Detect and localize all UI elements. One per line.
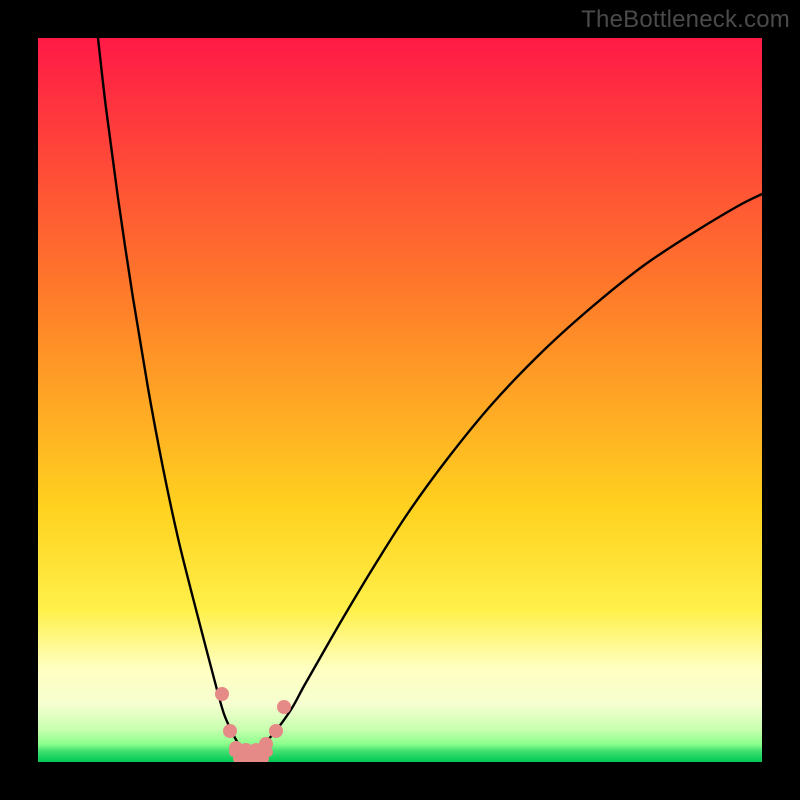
marker-dot xyxy=(223,724,237,738)
marker-dot xyxy=(215,687,229,701)
marker-dot xyxy=(269,724,283,738)
plot-gradient-area xyxy=(38,38,762,762)
marker-dot xyxy=(277,700,291,714)
marker-dot xyxy=(259,737,273,751)
chart-frame: TheBottleneck.com xyxy=(0,0,800,800)
watermark-text: TheBottleneck.com xyxy=(581,6,790,34)
bottleneck-curve xyxy=(98,38,762,752)
bottleneck-curve-svg xyxy=(38,38,762,762)
